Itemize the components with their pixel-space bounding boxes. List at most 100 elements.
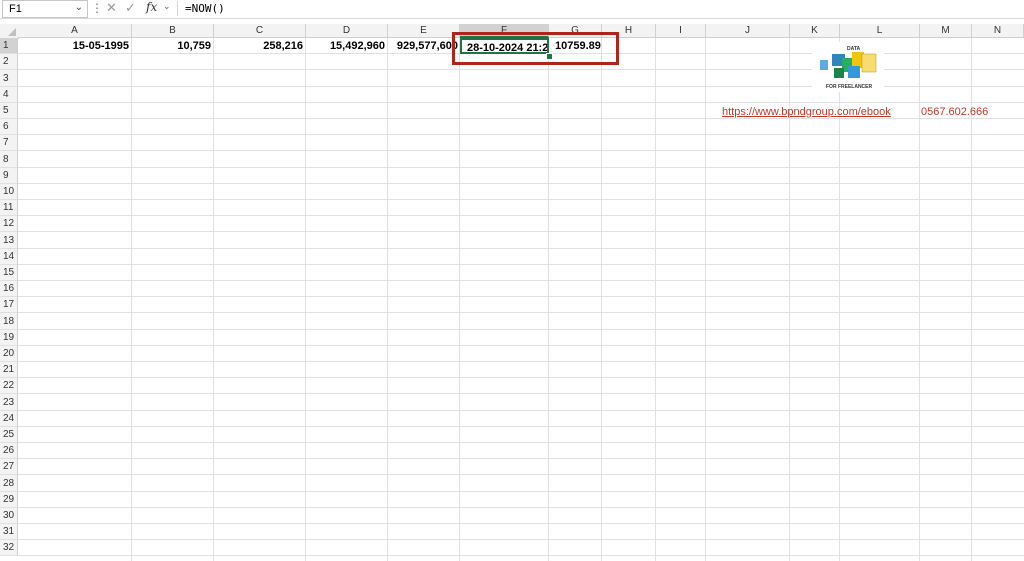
row-header-1[interactable]: 1 bbox=[0, 38, 18, 54]
grid-hline bbox=[18, 507, 1024, 508]
grid-hline bbox=[18, 199, 1024, 200]
row-header-24[interactable]: 24 bbox=[0, 411, 18, 427]
grid-hline bbox=[18, 442, 1024, 443]
name-box[interactable]: F1 ⌄ bbox=[2, 0, 88, 18]
row-header-15[interactable]: 15 bbox=[0, 265, 18, 281]
row-header-13[interactable]: 13 bbox=[0, 232, 18, 249]
row-header-30[interactable]: 30 bbox=[0, 508, 18, 524]
grid-vline bbox=[131, 38, 132, 561]
row-header-6[interactable]: 6 bbox=[0, 119, 18, 135]
grid-hline bbox=[18, 296, 1024, 297]
grid-hline bbox=[18, 377, 1024, 378]
formula-input[interactable]: =NOW() bbox=[185, 2, 225, 15]
row-header-7[interactable]: 7 bbox=[0, 135, 18, 151]
formula-divider bbox=[177, 1, 178, 16]
grid-hline bbox=[18, 134, 1024, 135]
grid-hline bbox=[18, 393, 1024, 394]
row-header-10[interactable]: 10 bbox=[0, 184, 18, 200]
formula-bar: F1 ⌄ ⋮ ✕ ✓ fx ⌄ =NOW() bbox=[0, 0, 1024, 19]
column-header-I[interactable]: I bbox=[656, 24, 706, 38]
row-header-31[interactable]: 31 bbox=[0, 524, 18, 540]
grid-hline bbox=[18, 118, 1024, 119]
grid-hline bbox=[18, 150, 1024, 151]
column-header-E[interactable]: E bbox=[388, 24, 460, 38]
logo-top-text: DATA bbox=[847, 46, 861, 52]
grid-hline bbox=[18, 248, 1024, 249]
grid-hline bbox=[18, 539, 1024, 540]
cell-E1[interactable]: 929,577,600 bbox=[388, 38, 461, 54]
row-header-23[interactable]: 23 bbox=[0, 394, 18, 411]
grid-vline bbox=[305, 38, 306, 561]
row-header-27[interactable]: 27 bbox=[0, 459, 18, 475]
grid-vline bbox=[387, 38, 388, 561]
row-header-12[interactable]: 12 bbox=[0, 216, 18, 232]
row-header-19[interactable]: 19 bbox=[0, 330, 18, 346]
grid-hline bbox=[18, 312, 1024, 313]
row-header-17[interactable]: 17 bbox=[0, 297, 18, 313]
row-header-16[interactable]: 16 bbox=[0, 281, 18, 297]
row-header-5[interactable]: 5 bbox=[0, 103, 18, 119]
grid-vline bbox=[705, 38, 706, 561]
grid-hline bbox=[18, 167, 1024, 168]
row-header-32[interactable]: 32 bbox=[0, 540, 18, 556]
row-header-26[interactable]: 26 bbox=[0, 443, 18, 459]
phone-number: 0567.602.666 bbox=[921, 106, 989, 118]
grid-hline bbox=[18, 215, 1024, 216]
cancel-icon[interactable]: ✕ bbox=[106, 0, 117, 16]
insert-function-icon[interactable]: fx bbox=[146, 0, 157, 14]
column-header-A[interactable]: A bbox=[18, 24, 132, 38]
column-header-M[interactable]: M bbox=[920, 24, 972, 38]
grid-hline bbox=[18, 345, 1024, 346]
grid-hline bbox=[18, 410, 1024, 411]
row-header-29[interactable]: 29 bbox=[0, 492, 18, 508]
row-header-2[interactable]: 2 bbox=[0, 54, 18, 70]
column-header-C[interactable]: C bbox=[214, 24, 306, 38]
cell-D1[interactable]: 15,492,960 bbox=[306, 38, 388, 54]
row-header-28[interactable]: 28 bbox=[0, 475, 18, 492]
name-box-value: F1 bbox=[9, 3, 22, 15]
row-header-20[interactable]: 20 bbox=[0, 346, 18, 362]
enter-check-icon[interactable]: ✓ bbox=[125, 0, 136, 16]
grid-vline bbox=[213, 38, 214, 561]
grid-hline bbox=[18, 361, 1024, 362]
grid-hline bbox=[18, 426, 1024, 427]
column-header-B[interactable]: B bbox=[132, 24, 214, 38]
column-header-J[interactable]: J bbox=[706, 24, 790, 38]
fx-chevron-icon[interactable]: ⌄ bbox=[163, 1, 171, 12]
grid-hline bbox=[18, 183, 1024, 184]
row-header-8[interactable]: 8 bbox=[0, 151, 18, 168]
grid-vline bbox=[459, 38, 460, 561]
grid-hline bbox=[18, 329, 1024, 330]
row-header-21[interactable]: 21 bbox=[0, 362, 18, 378]
column-header-N[interactable]: N bbox=[972, 24, 1024, 38]
row-header-3[interactable]: 3 bbox=[0, 70, 18, 87]
more-options-icon[interactable]: ⋮ bbox=[91, 1, 103, 15]
column-header-D[interactable]: D bbox=[306, 24, 388, 38]
grid-hline bbox=[18, 474, 1024, 475]
row-header-9[interactable]: 9 bbox=[0, 168, 18, 184]
ebook-link[interactable]: https://www.bpndgroup.com/ebook bbox=[722, 106, 891, 118]
highlight-box bbox=[452, 32, 619, 65]
grid-hline bbox=[18, 491, 1024, 492]
grid-hline bbox=[18, 102, 1024, 103]
grid-vline bbox=[601, 38, 602, 561]
grid-vline bbox=[548, 38, 549, 561]
row-header-14[interactable]: 14 bbox=[0, 249, 18, 265]
row-header-22[interactable]: 22 bbox=[0, 378, 18, 394]
select-all-button[interactable] bbox=[0, 24, 19, 39]
row-header-25[interactable]: 25 bbox=[0, 427, 18, 443]
grid-vline bbox=[655, 38, 656, 561]
column-header-K[interactable]: K bbox=[790, 24, 840, 38]
grid-hline bbox=[18, 280, 1024, 281]
chevron-down-icon[interactable]: ⌄ bbox=[75, 2, 83, 13]
row-header-18[interactable]: 18 bbox=[0, 313, 18, 330]
column-header-L[interactable]: L bbox=[840, 24, 920, 38]
row-header-4[interactable]: 4 bbox=[0, 87, 18, 103]
cell-C1[interactable]: 258,216 bbox=[214, 38, 306, 54]
data-for-freelancer-logo: DATA FOR FREELANCER bbox=[812, 42, 884, 92]
cell-B1[interactable]: 10,759 bbox=[132, 38, 214, 54]
grid-vline bbox=[919, 38, 920, 561]
cell-A1[interactable]: 15-05-1995 bbox=[18, 38, 132, 54]
grid-hline bbox=[18, 555, 1024, 556]
row-header-11[interactable]: 11 bbox=[0, 200, 18, 216]
